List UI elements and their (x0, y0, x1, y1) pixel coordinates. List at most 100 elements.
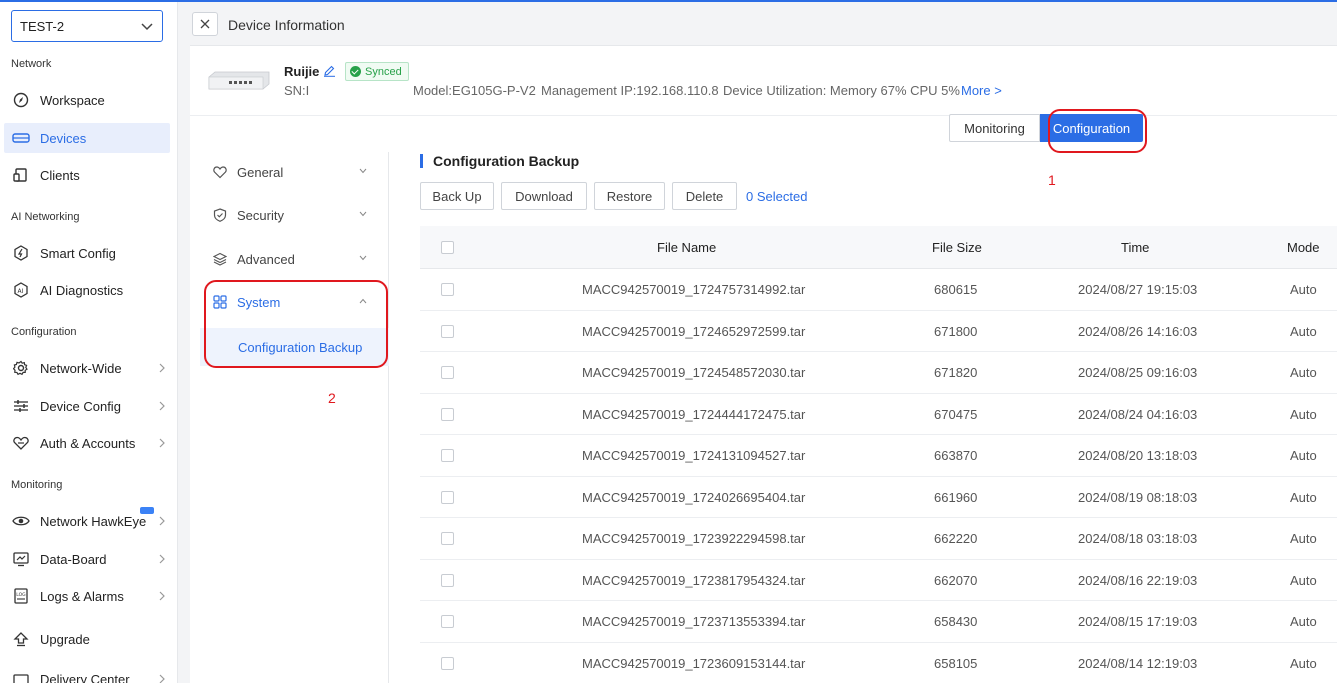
edit-icon[interactable] (323, 64, 336, 77)
tab-monitoring[interactable]: Monitoring (949, 114, 1040, 142)
eye-icon (12, 512, 30, 530)
select-all-checkbox[interactable] (441, 241, 454, 254)
submenu-advanced[interactable]: Advanced (200, 239, 379, 279)
table-row[interactable]: MACC942570019_1724444172475.tar 670475 202… (420, 394, 1337, 435)
table-row[interactable]: MACC942570019_1723713553394.tar 658430 202… (420, 601, 1337, 643)
heart-shield-icon (12, 434, 30, 452)
cell-file-name: MACC942570019_1724026695404.tar (582, 489, 806, 505)
cell-mode: Auto (1290, 365, 1317, 380)
annotation-highlight-1 (1048, 109, 1147, 153)
table-row[interactable]: MACC942570019_1723609153144.tar 658105 202… (420, 643, 1337, 683)
cell-mode: Auto (1290, 572, 1317, 588)
sidebar-item-label: Clients (40, 167, 80, 183)
table-row[interactable]: MACC942570019_1723922294598.tar 662220 202… (420, 518, 1337, 560)
table-row[interactable]: MACC942570019_1724652972599.tar 671800 202… (420, 311, 1337, 352)
smart-config-icon (12, 244, 30, 262)
sidebar-item-ai-diagnostics[interactable]: AI AI Diagnostics (4, 275, 170, 305)
sidebar-item-workspace[interactable]: Workspace (4, 85, 170, 115)
column-header-mode: Mode (1287, 240, 1320, 255)
sidebar-item-data-board[interactable]: Data-Board (4, 544, 170, 574)
sidebar-item-upgrade[interactable]: Upgrade (4, 624, 170, 654)
section-title: Configuration Backup (420, 154, 579, 168)
submenu-general[interactable]: General (200, 152, 379, 192)
more-link[interactable]: More > (961, 83, 1002, 98)
cell-file-size: 662220 (934, 531, 978, 546)
sidebar-item-network-wide[interactable]: Network-Wide (4, 353, 170, 383)
status-badge-label: Synced (365, 65, 402, 78)
row-checkbox[interactable] (441, 449, 454, 462)
log-icon: LOG (12, 587, 30, 605)
row-checkbox[interactable] (441, 573, 454, 587)
project-select[interactable]: TEST-2 (11, 10, 163, 42)
sidebar-item-label: Delivery Center (40, 671, 130, 683)
sidebar-item-label: Upgrade (40, 631, 90, 647)
delete-button[interactable]: Delete (672, 182, 737, 210)
sidebar-item-network-hawkeye[interactable]: Network HawkEye (4, 506, 170, 536)
chevron-down-icon (141, 23, 153, 31)
sliders-icon (12, 397, 30, 415)
cell-file-name: MACC942570019_1724652972599.tar (582, 323, 806, 339)
cell-time: 2024/08/26 14:16:03 (1078, 323, 1198, 339)
cell-mode: Auto (1290, 531, 1317, 546)
device-model: Model:EG105G-P-V2 (413, 83, 536, 98)
row-checkbox[interactable] (441, 656, 454, 670)
submenu-security[interactable]: Security (200, 195, 379, 235)
beta-badge (140, 507, 154, 514)
selected-count: 0 Selected (746, 189, 808, 204)
cell-file-size: 671800 (934, 323, 978, 339)
section-title-monitoring: Monitoring (11, 479, 63, 491)
chevron-down-icon (359, 255, 367, 261)
management-ip: Management IP:192.168.110.8 (541, 83, 719, 98)
cell-time: 2024/08/15 17:19:03 (1078, 614, 1198, 629)
annotation-number-1: 1 (1048, 172, 1056, 188)
chevron-right-icon (159, 591, 165, 601)
chevron-right-icon (159, 363, 165, 373)
sidebar-item-label: Data-Board (40, 551, 107, 567)
cell-time: 2024/08/20 13:18:03 (1078, 448, 1198, 463)
close-button[interactable] (192, 12, 218, 36)
cell-file-name: MACC942570019_1723817954324.tar (582, 572, 806, 588)
upgrade-icon (12, 630, 30, 648)
restore-button[interactable]: Restore (594, 182, 665, 210)
table-row[interactable]: MACC942570019_1724026695404.tar 661960 202… (420, 477, 1337, 518)
sidebar-item-auth-accounts[interactable]: Auth & Accounts (4, 428, 170, 458)
table-row[interactable]: MACC942570019_1724548572030.tar 671820 202… (420, 352, 1337, 394)
row-checkbox[interactable] (441, 366, 454, 379)
column-header-file-size: File Size (932, 240, 982, 255)
svg-text:LOG: LOG (16, 592, 26, 598)
cell-mode: Auto (1290, 489, 1317, 505)
row-checkbox[interactable] (441, 615, 454, 628)
cell-file-size: 671820 (934, 365, 978, 380)
sidebar-item-logs-alarms[interactable]: LOG Logs & Alarms (4, 581, 170, 611)
sidebar-item-label: Logs & Alarms (40, 588, 124, 604)
download-button[interactable]: Download (501, 182, 587, 210)
table-row[interactable]: MACC942570019_1723817954324.tar 662070 202… (420, 560, 1337, 601)
sidebar-item-delivery-center[interactable]: Delivery Center (4, 664, 170, 683)
cell-file-size: 662070 (934, 572, 978, 588)
row-checkbox[interactable] (441, 283, 454, 296)
sidebar-item-clients[interactable]: Clients (4, 160, 170, 190)
row-checkbox[interactable] (441, 490, 454, 504)
svg-text:AI: AI (18, 288, 24, 295)
sidebar-item-label: Devices (40, 130, 87, 146)
chevron-right-icon (159, 401, 165, 411)
row-checkbox[interactable] (441, 532, 454, 545)
close-icon (200, 19, 210, 29)
cell-mode: Auto (1290, 323, 1317, 339)
chevron-right-icon (159, 674, 165, 683)
row-checkbox[interactable] (441, 324, 454, 338)
submenu-label: Advanced (237, 251, 295, 267)
table-row[interactable]: MACC942570019_1724131094527.tar 663870 202… (420, 435, 1337, 477)
back-up-button[interactable]: Back Up (420, 182, 494, 210)
column-header-time: Time (1121, 240, 1150, 255)
sidebar-item-smart-config[interactable]: Smart Config (4, 238, 170, 268)
device-sn: SN:I (284, 83, 310, 98)
cell-file-size: 680615 (934, 282, 978, 297)
devices-icon (12, 129, 30, 147)
table-row[interactable]: MACC942570019_1724757314992.tar 680615 202… (420, 269, 1337, 311)
sidebar-item-device-config[interactable]: Device Config (4, 391, 170, 421)
cell-file-name: MACC942570019_1724444172475.tar (582, 406, 806, 422)
sidebar-item-devices[interactable]: Devices (4, 123, 170, 153)
row-checkbox[interactable] (441, 407, 454, 421)
device-utilization: Device Utilization: Memory 67% CPU 5% (723, 83, 960, 98)
